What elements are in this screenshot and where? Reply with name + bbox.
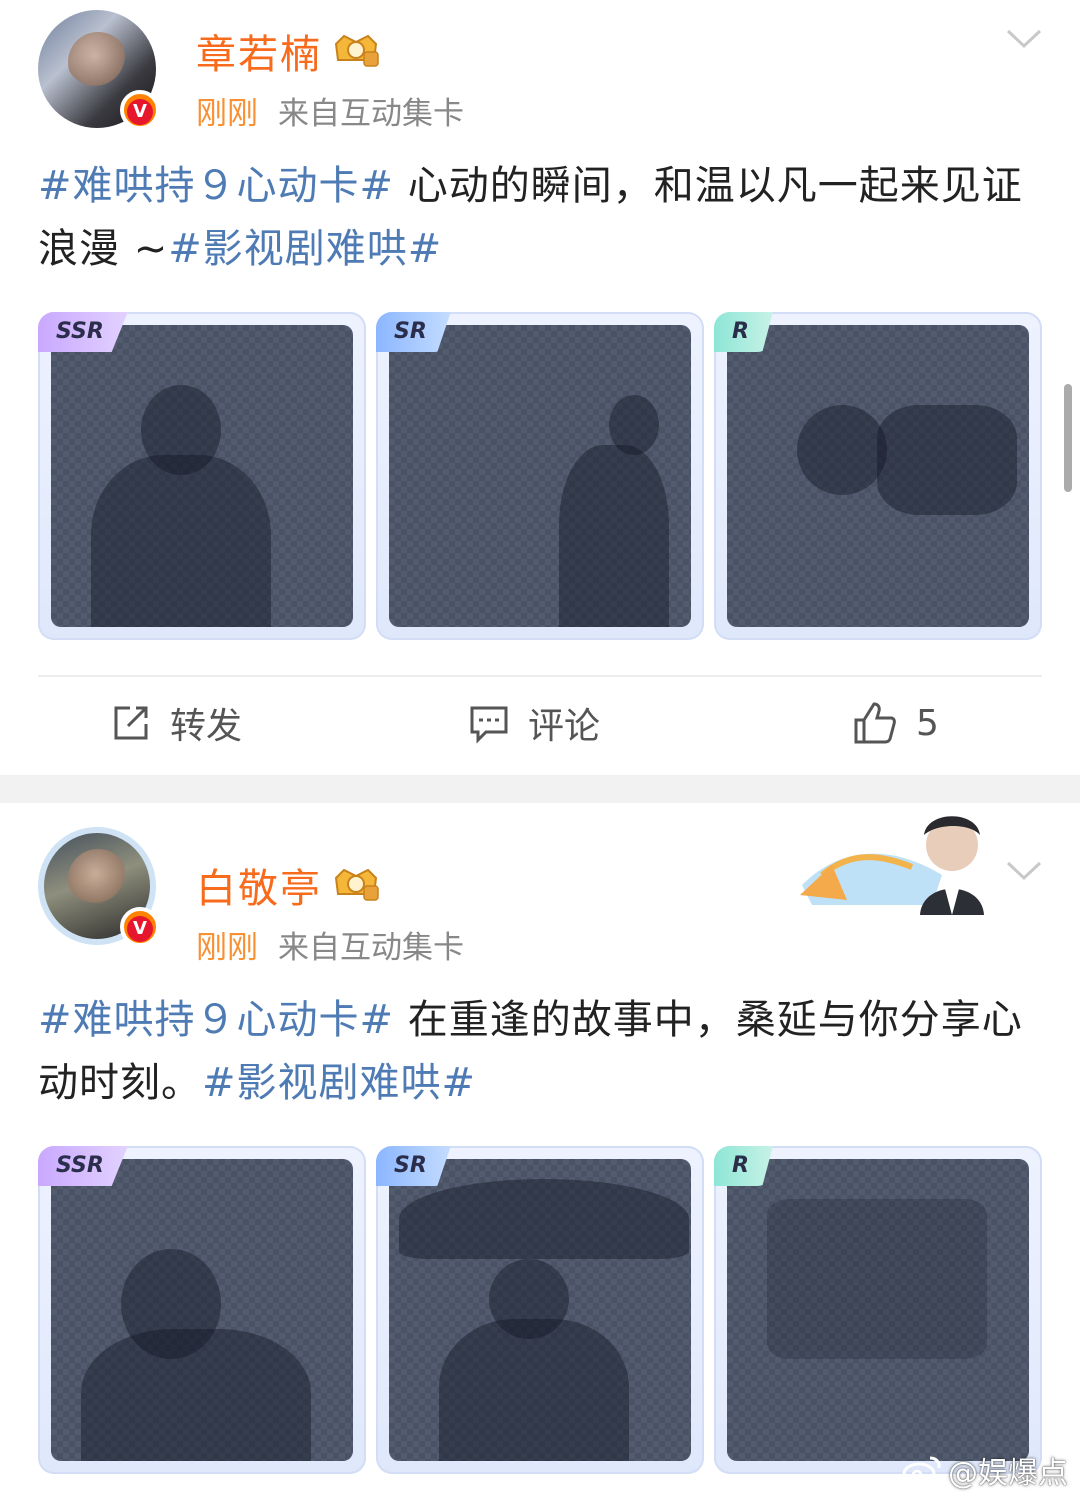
comment-label: 评论	[528, 706, 601, 747]
repost-icon	[114, 706, 148, 740]
crown-medal-icon[interactable]	[330, 30, 382, 70]
avatar[interactable]: V	[38, 827, 160, 947]
chevron-down-icon[interactable]	[1006, 860, 1042, 882]
card-photo	[389, 1159, 691, 1461]
comment-icon	[470, 706, 508, 744]
post-text: #难哄持９心动卡# 在重逢的故事中，桑延与你分享心动时刻。#影视剧难哄#	[38, 989, 1042, 1115]
card-photo	[389, 325, 691, 627]
avatar[interactable]: V	[38, 10, 160, 130]
like-count: 5	[916, 702, 939, 744]
promo-sticker[interactable]	[792, 805, 992, 915]
chevron-down-icon[interactable]	[1006, 28, 1042, 50]
card-photo	[51, 325, 353, 627]
post-time: 刚刚	[196, 96, 258, 132]
scrollbar[interactable]	[1064, 384, 1072, 492]
feed-separator	[0, 775, 1080, 803]
post-meta: 刚刚 来自互动集卡	[196, 88, 464, 133]
photo-card[interactable]: R	[714, 312, 1042, 640]
comment-button[interactable]: 评论	[468, 695, 600, 751]
verified-badge-icon: V	[120, 907, 160, 947]
card-gallery: SSR SR R	[38, 1146, 1042, 1474]
photo-card[interactable]: SR	[376, 312, 704, 640]
watermark: @娱爆点	[902, 1448, 1068, 1492]
like-button[interactable]: 5	[852, 695, 939, 751]
weibo-logo-icon	[902, 1456, 941, 1486]
post-source[interactable]: 来自互动集卡	[278, 96, 464, 132]
username[interactable]: 白敬亭	[196, 856, 322, 914]
photo-card[interactable]: SSR	[38, 312, 366, 640]
hashtag-link[interactable]: #影视剧难哄#	[202, 1060, 476, 1106]
divider	[38, 675, 1042, 677]
hashtag-link[interactable]: #影视剧难哄#	[168, 226, 442, 272]
photo-card[interactable]: SR	[376, 1146, 704, 1474]
repost-label: 转发	[170, 706, 243, 747]
card-gallery: SSR SR R	[38, 312, 1042, 640]
photo-card[interactable]: SSR	[38, 1146, 366, 1474]
card-photo	[51, 1159, 353, 1461]
username[interactable]: 章若楠	[196, 22, 322, 80]
photo-card[interactable]: R	[714, 1146, 1042, 1474]
card-photo	[727, 325, 1029, 627]
card-photo	[727, 1159, 1029, 1461]
repost-button[interactable]: 转发	[110, 695, 242, 751]
hashtag-link[interactable]: #难哄持９心动卡#	[38, 163, 394, 209]
post-text: #难哄持９心动卡# 心动的瞬间，和温以凡一起来见证浪漫 ~#影视剧难哄#	[38, 155, 1042, 281]
verified-badge-icon: V	[120, 90, 160, 130]
hashtag-link[interactable]: #难哄持９心动卡#	[38, 997, 394, 1043]
like-icon	[854, 702, 896, 744]
crown-medal-icon[interactable]	[330, 864, 382, 904]
watermark-text: @娱爆点	[948, 1456, 1068, 1491]
post-meta: 刚刚 来自互动集卡	[196, 922, 464, 967]
post-source[interactable]: 来自互动集卡	[278, 930, 464, 966]
post-time: 刚刚	[196, 930, 258, 966]
